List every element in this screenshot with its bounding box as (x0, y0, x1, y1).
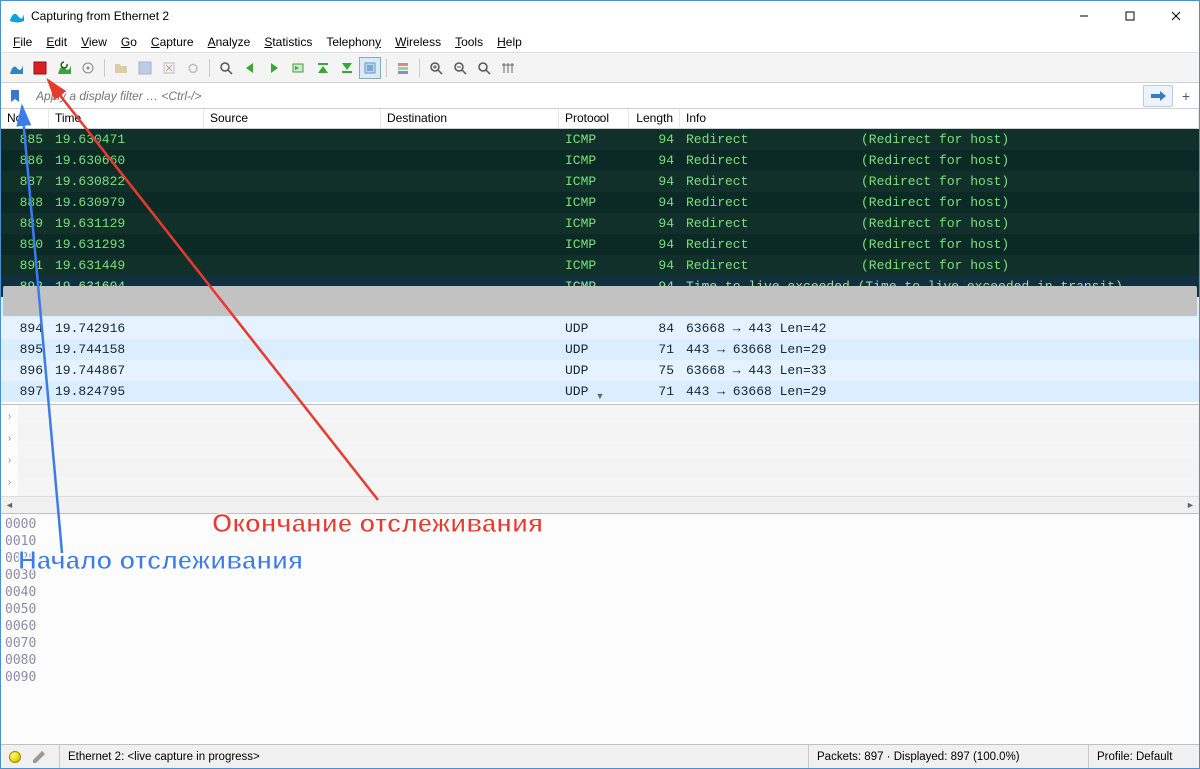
packet-bytes-pane[interactable]: 0000001000200030004000500060007000800090 (1, 514, 1199, 744)
expand-toggle-icon[interactable]: › (1, 427, 18, 449)
go-to-packet-button[interactable] (287, 57, 309, 79)
menu-analyze[interactable]: Analyze (202, 33, 257, 51)
resize-columns-button[interactable] (497, 57, 519, 79)
expand-toggle-icon[interactable]: › (1, 405, 18, 427)
edit-capture-comment-icon[interactable] (31, 749, 47, 765)
zoom-out-button[interactable] (449, 57, 471, 79)
scroll-down-icon[interactable]: ▼ (1, 387, 1199, 404)
scroll-up-icon[interactable]: ▲ (1, 109, 1199, 126)
menu-wireless[interactable]: Wireless (389, 33, 447, 51)
zoom-in-button[interactable] (425, 57, 447, 79)
stop-capture-button[interactable] (29, 57, 51, 79)
filter-apply-button[interactable] (1143, 85, 1173, 107)
scroll-right-icon[interactable]: ► (1182, 497, 1199, 513)
menu-view[interactable]: View (75, 33, 113, 51)
window-title: Capturing from Ethernet 2 (31, 9, 1061, 23)
toolbar (1, 53, 1199, 83)
packet-row[interactable]: 88819.630979ICMP94Redirect(Redirect for … (1, 192, 1199, 213)
menu-help[interactable]: Help (491, 33, 528, 51)
packet-rows[interactable]: 88519.630471ICMP94Redirect(Redirect for … (1, 129, 1199, 402)
packet-row[interactable]: 88919.631129ICMP94Redirect(Redirect for … (1, 213, 1199, 234)
go-back-button[interactable] (239, 57, 261, 79)
go-last-button[interactable] (335, 57, 357, 79)
hex-line: 0050 (5, 601, 1195, 618)
status-interface: Ethernet 2: <live capture in progress> (60, 745, 809, 768)
capture-options-button[interactable] (77, 57, 99, 79)
go-forward-button[interactable] (263, 57, 285, 79)
status-packet-count: Packets: 897 · Displayed: 897 (100.0%) (809, 745, 1089, 768)
hex-line: 0010 (5, 533, 1195, 550)
packet-row[interactable]: 89419.742916UDP8463668 → 443 Len=42 (1, 318, 1199, 339)
auto-scroll-button[interactable] (359, 57, 381, 79)
save-file-button[interactable] (134, 57, 156, 79)
expand-toggle-icon[interactable]: › (1, 471, 18, 493)
statusbar: Ethernet 2: <live capture in progress> P… (1, 744, 1199, 768)
scroll-left-icon[interactable]: ◄ (1, 497, 18, 513)
hex-line: 0020 (5, 550, 1195, 567)
menu-go[interactable]: Go (115, 33, 143, 51)
display-filter-input[interactable] (29, 85, 1139, 107)
hex-line: 0000 (5, 516, 1195, 533)
go-first-button[interactable] (311, 57, 333, 79)
maximize-button[interactable] (1107, 1, 1153, 31)
packet-row[interactable]: 88619.630660ICMP94Redirect(Redirect for … (1, 150, 1199, 171)
menu-edit[interactable]: Edit (40, 33, 73, 51)
expand-toggle-icon[interactable]: › (1, 449, 18, 471)
open-file-button[interactable] (110, 57, 132, 79)
hex-line: 0040 (5, 584, 1195, 601)
packet-list-pane: No. Time Source Destination Protocol Len… (1, 109, 1199, 404)
expert-info-led-icon[interactable] (9, 751, 21, 763)
restart-capture-button[interactable] (53, 57, 75, 79)
scroll-thumb[interactable] (3, 286, 1197, 316)
menu-telephony[interactable]: Telephony (320, 33, 387, 51)
packet-row[interactable]: 88719.630822ICMP94Redirect(Redirect for … (1, 171, 1199, 192)
filter-add-button[interactable]: + (1177, 88, 1195, 104)
status-profile[interactable]: Profile: Default (1089, 745, 1199, 768)
packet-row[interactable]: 89119.631449ICMP94Redirect(Redirect for … (1, 255, 1199, 276)
menubar: File Edit View Go Capture Analyze Statis… (1, 31, 1199, 53)
menu-statistics[interactable]: Statistics (258, 33, 318, 51)
start-capture-button[interactable] (5, 57, 27, 79)
menu-tools[interactable]: Tools (449, 33, 489, 51)
close-button[interactable] (1153, 1, 1199, 31)
hex-line: 0060 (5, 618, 1195, 635)
reload-button[interactable] (182, 57, 204, 79)
packet-row[interactable]: 89519.744158UDP71443 → 63668 Len=29 (1, 339, 1199, 360)
hex-line: 0030 (5, 567, 1195, 584)
menu-file[interactable]: File (7, 33, 38, 51)
zoom-reset-button[interactable] (473, 57, 495, 79)
packet-row[interactable]: 88519.630471ICMP94Redirect(Redirect for … (1, 129, 1199, 150)
menu-capture[interactable]: Capture (145, 33, 200, 51)
packet-row[interactable]: 89619.744867UDP7563668 → 443 Len=33 (1, 360, 1199, 381)
titlebar: Capturing from Ethernet 2 (1, 1, 1199, 31)
hex-line: 0070 (5, 635, 1195, 652)
close-file-button[interactable] (158, 57, 180, 79)
minimize-button[interactable] (1061, 1, 1107, 31)
filter-bar: + (1, 83, 1199, 109)
wireshark-logo-icon (9, 8, 25, 24)
hex-line: 0080 (5, 652, 1195, 669)
details-expand-gutter[interactable]: › › › › (1, 405, 18, 496)
packet-details-pane[interactable]: › › › › ◄ ► (1, 404, 1199, 514)
filter-bookmark-icon[interactable] (5, 86, 25, 106)
hex-line: 0090 (5, 669, 1195, 686)
packet-row[interactable]: 89019.631293ICMP94Redirect(Redirect for … (1, 234, 1199, 255)
find-button[interactable] (215, 57, 237, 79)
details-hscrollbar[interactable]: ◄ ► (1, 496, 1199, 513)
colorize-button[interactable] (392, 57, 414, 79)
